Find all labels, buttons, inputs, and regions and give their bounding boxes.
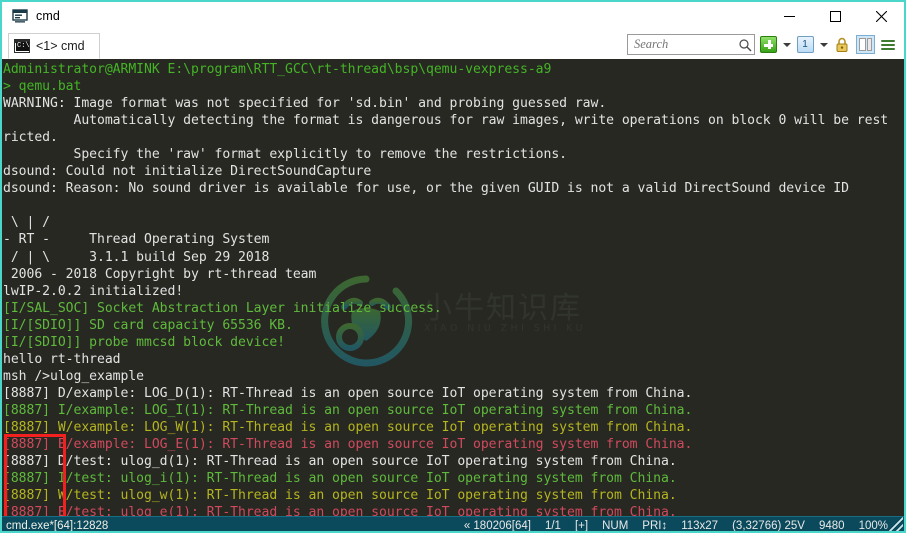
terminal-line: / | \ 3.1.1 build Sep 29 2018 (3, 249, 270, 265)
padlock-icon (835, 37, 849, 53)
status-item: NUM (602, 520, 629, 532)
lock-button[interactable] (832, 35, 852, 55)
session-count-icon: 1 (796, 36, 814, 53)
window-controls (766, 2, 904, 30)
split-panel-icon (855, 35, 875, 54)
terminal-line: 2006 - 2018 Copyright by rt-thread team (3, 266, 317, 282)
terminal-line: - RT - Thread Operating System (3, 232, 270, 248)
terminal-line: [8887] D/example: LOG_D(1): RT-Thread is… (3, 385, 693, 401)
terminal-line: [I/[SDIO]] SD card capacity 65536 KB. (3, 317, 293, 333)
terminal-line: [8887] I/test: ulog_i(1): RT-Thread is a… (3, 471, 677, 487)
terminal-line: dsound: Could not initialize DirectSound… (3, 164, 372, 180)
minimize-button[interactable] (766, 2, 812, 30)
terminal-window: cmd <1> cmd (0, 0, 906, 533)
toolbar: 1 (627, 32, 898, 57)
terminal-line: [I/[SDIO]] probe mmcsd block device! (3, 334, 285, 350)
status-item: « 180206[64] (463, 520, 531, 532)
tab-bar: <1> cmd 1 (2, 30, 904, 59)
terminal-line: lwIP-2.0.2 initialized! (3, 283, 184, 299)
search-box[interactable] (627, 34, 755, 55)
terminal-line: [8887] W/example: LOG_W(1): RT-Thread is… (3, 419, 693, 435)
hamburger-menu-icon (879, 36, 897, 54)
terminal-line: Administrator@ARMINK E:\program\RTT_GCC\… (3, 62, 552, 77)
console-icon (14, 39, 30, 53)
title-bar[interactable]: cmd (2, 2, 904, 30)
status-process: cmd.exe*[64]:12828 (6, 520, 109, 532)
terminal-line: dsound: Reason: No sound driver is avail… (3, 181, 849, 197)
terminal-line: [I/SAL_SOC] Socket Abstraction Layer ini… (3, 300, 442, 316)
session-count-button[interactable]: 1 (795, 35, 815, 55)
status-items: « 180206[64] 1/1 [+] NUM PRI↕ 113x27 (3,32766)… (463, 520, 888, 532)
terminal-line: > qemu.bat (3, 79, 82, 95)
terminal-line: ricted. (3, 130, 58, 146)
status-item: PRI↕ (642, 520, 668, 532)
terminal-line: \ | / (3, 215, 50, 231)
tab-cmd-1[interactable]: <1> cmd (8, 33, 100, 59)
terminal-output[interactable]: 小牛知识库 XIAO NIU ZHI SHI KU Administrator@… (2, 59, 904, 516)
terminal-line: WARNING: Image format was not specified … (3, 96, 607, 112)
close-button[interactable] (858, 2, 904, 30)
search-icon[interactable] (738, 38, 752, 52)
menu-button[interactable] (878, 35, 898, 55)
terminal-line: [8887] E/test: ulog_e(1): RT-Thread is a… (3, 505, 677, 516)
status-item: 100% (858, 520, 888, 532)
split-panel-button[interactable] (855, 35, 875, 55)
status-item: 9480 (818, 520, 845, 532)
resize-grip[interactable] (888, 517, 903, 531)
terminal-line: Automatically detecting the format is da… (3, 113, 889, 129)
chevron-down-icon (819, 42, 828, 47)
console-window-icon (12, 8, 28, 24)
terminal-line: [8887] I/example: LOG_I(1): RT-Thread is… (3, 402, 693, 418)
terminal-line: [8887] D/test: ulog_d(1): RT-Thread is a… (3, 454, 677, 470)
terminal-lines: Administrator@ARMINK E:\program\RTT_GCC\… (3, 61, 904, 516)
new-session-dropdown[interactable] (781, 35, 792, 55)
tab-label: <1> cmd (36, 39, 85, 53)
terminal-line: hello rt-thread (3, 351, 121, 367)
window-title: cmd (36, 9, 60, 23)
new-session-button[interactable] (758, 35, 778, 55)
plus-icon (759, 36, 777, 53)
status-bar: cmd.exe*[64]:12828 « 180206[64] 1/1 [+] NUM… (2, 516, 904, 532)
status-item: 1/1 (544, 520, 561, 532)
status-item: (3,32766) 25V (732, 520, 805, 532)
terminal-line: [8887] W/test: ulog_w(1): RT-Thread is a… (3, 488, 677, 504)
chevron-down-icon (782, 42, 791, 47)
maximize-button[interactable] (812, 2, 858, 30)
status-item: [+] (574, 520, 589, 532)
status-item: 113x27 (681, 520, 719, 532)
terminal-line: msh />ulog_example (3, 368, 144, 384)
terminal-line: [8887] E/example: LOG_E(1): RT-Thread is… (3, 437, 693, 453)
session-list-dropdown[interactable] (818, 35, 829, 55)
terminal-line: Specify the 'raw' format explicitly to r… (3, 147, 567, 163)
search-input[interactable] (634, 37, 738, 52)
